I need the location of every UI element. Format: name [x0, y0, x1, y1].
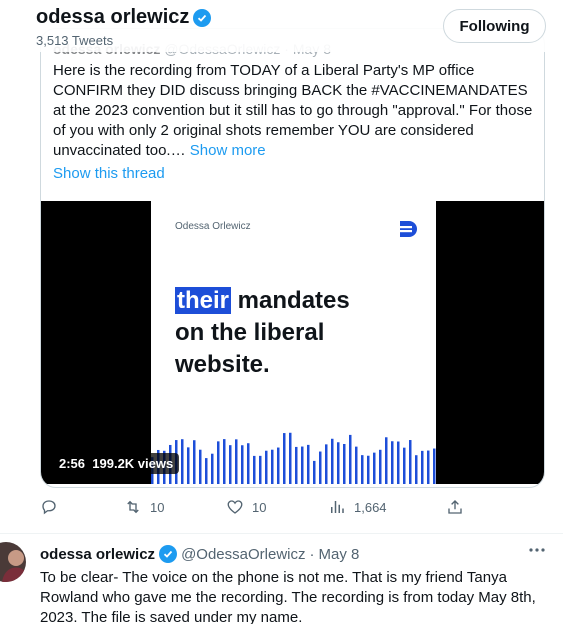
waveform-bar	[379, 449, 382, 484]
waveform-bar	[313, 460, 316, 484]
waveform-bar	[343, 443, 346, 484]
waveform-bar	[427, 450, 430, 484]
waveform-bar	[277, 447, 280, 484]
tweet-author-handle[interactable]: @OdessaOrlewicz	[181, 546, 305, 563]
waveform-bar	[373, 452, 376, 484]
waveform-bar	[241, 445, 244, 484]
waveform-bar	[217, 441, 220, 484]
caption-line-1: mandates	[231, 287, 350, 314]
reply-button[interactable]	[40, 498, 58, 516]
waveform-bar	[391, 441, 394, 484]
verified-badge-icon	[193, 8, 212, 27]
waveform-bar	[193, 440, 196, 484]
waveform-bar	[283, 433, 286, 484]
waveform-bar	[181, 439, 184, 484]
video-duration: 2:56	[59, 456, 86, 471]
waveform-bar	[259, 455, 262, 484]
profile-name: odessa orlewicz	[36, 6, 212, 29]
reply-icon	[42, 500, 56, 515]
show-thread-link[interactable]: Show this thread	[53, 165, 165, 182]
tweet-separator: ·	[309, 545, 315, 563]
retweet-button[interactable]: 10	[124, 498, 164, 516]
waveform-bar	[199, 449, 202, 484]
caption-line-3: website.	[175, 351, 270, 378]
caption-line-2: on the liberal	[175, 319, 325, 346]
like-button[interactable]: 10	[226, 498, 266, 516]
waveform-bar	[265, 450, 268, 484]
waveform-bar	[367, 455, 370, 484]
waveform-bar	[223, 439, 226, 484]
waveform-bar	[229, 445, 232, 484]
waveform-bar	[337, 442, 340, 484]
tweet-header: odessa orlewicz @OdessaOrlewicz · May 8	[40, 545, 359, 563]
caption-highlight: their	[175, 287, 232, 314]
share-icon	[448, 500, 462, 514]
quoted-tweet-text: Here is the recording from TODAY of a Li…	[53, 61, 533, 161]
profile-name-label: odessa orlewicz	[36, 6, 190, 28]
video-duration-badge: 2:56 199.2K views	[53, 453, 180, 474]
brand-logo-icon	[398, 221, 417, 237]
waveform-bar	[301, 446, 304, 484]
waveform-bar	[433, 448, 436, 484]
heart-icon	[227, 500, 243, 514]
tweet-date[interactable]: May 8	[319, 546, 360, 563]
waveform-bar	[355, 446, 358, 484]
following-button[interactable]: Following	[443, 9, 546, 43]
retweet-count: 10	[150, 499, 165, 515]
waveform-bar	[307, 444, 310, 484]
waveform-bar	[385, 437, 388, 484]
video-views: 199.2K views	[92, 456, 174, 471]
waveform-bar	[403, 447, 406, 484]
waveform-bar	[361, 455, 364, 484]
tweet-actions: 10 10 1,664	[40, 498, 470, 518]
waveform-bar	[319, 451, 322, 484]
tweet-divider	[0, 533, 563, 534]
waveform-bar	[409, 440, 412, 484]
waveform-bar	[187, 447, 190, 484]
profile-header: odessa orlewicz 3,513 Tweets Following	[0, 0, 563, 52]
video-author-label: Odessa Orlewicz	[175, 221, 251, 232]
waveform-bar	[331, 438, 334, 484]
video-player[interactable]: Odessa Orlewicz their mandates on the li…	[41, 201, 544, 484]
video-caption: their mandates on the liberal website.	[175, 285, 350, 381]
waveform-bar	[421, 450, 424, 484]
waveform-bar	[253, 455, 256, 484]
audio-waveform	[151, 432, 436, 484]
more-options-icon[interactable]	[528, 541, 546, 559]
views-button[interactable]: 1,664	[328, 498, 387, 516]
tweet-text: To be clear- The voice on the phone is n…	[40, 569, 536, 624]
view-count: 1,664	[354, 499, 387, 515]
waveform-bar	[415, 455, 418, 484]
waveform-bar	[211, 453, 214, 484]
analytics-icon	[331, 501, 344, 513]
waveform-bar	[397, 441, 400, 484]
waveform-bar	[325, 444, 328, 484]
like-count: 10	[252, 499, 267, 515]
quoted-tweet-card[interactable]: odessa orlewicz @OdessaOrlewicz · May 8 …	[40, 28, 545, 488]
waveform-bar	[295, 446, 298, 484]
tweet-count: 3,513 Tweets	[36, 33, 114, 48]
waveform-bar	[271, 449, 274, 484]
avatar[interactable]	[0, 542, 26, 582]
quoted-tweet-body: Here is the recording from TODAY of a Li…	[53, 62, 533, 159]
show-more-link[interactable]: Show more	[190, 142, 266, 159]
tweet-author-name[interactable]: odessa orlewicz	[40, 546, 155, 563]
waveform-bar	[349, 434, 352, 484]
waveform-bar	[205, 458, 208, 484]
retweet-icon	[127, 500, 139, 514]
waveform-bar	[235, 439, 238, 484]
waveform-bar	[289, 432, 292, 484]
video-frame: Odessa Orlewicz their mandates on the li…	[151, 201, 436, 484]
share-button[interactable]	[446, 498, 464, 516]
verified-badge-icon	[159, 545, 178, 563]
waveform-bar	[247, 443, 250, 484]
